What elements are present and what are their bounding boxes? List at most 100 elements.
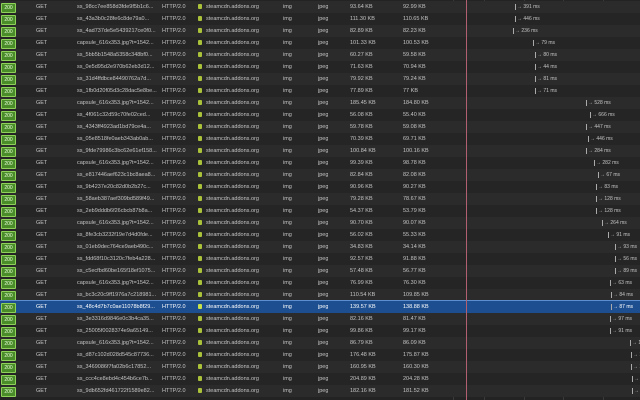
request-domain: steamcdn.addons.org (206, 28, 259, 34)
request-method: GET (36, 184, 48, 190)
resource-size: 59.08 KB (403, 124, 426, 130)
timing-label: → 236 ms (515, 28, 538, 34)
request-row[interactable]: 200 GET ss_3469086f7fa02b6c17852... HTTP/2.… (0, 361, 640, 373)
request-type: img (283, 100, 292, 106)
request-protocol: HTTP/2.0 (162, 196, 186, 202)
waterfall-timing: → 1 (631, 361, 640, 373)
request-row[interactable]: 200 GET ss_5bb5b1548a5358c348bf0... HTTP/2.… (0, 49, 640, 61)
timing-bar (515, 15, 516, 22)
transferred-size: 70.39 KB (350, 136, 373, 142)
request-file-name: ss_4ad737de5e5439217ce0f0... (77, 28, 156, 34)
waterfall-timing: → 666 ms (590, 109, 615, 121)
request-type: img (283, 196, 292, 202)
status-badge: 200 (1, 351, 16, 361)
request-method: GET (36, 364, 48, 370)
request-row[interactable]: 200 GET ss_9db652fd461722f1589e82... HTTP/2… (0, 385, 640, 397)
request-file-name: ss_4343ff4923ad1bd79ce4a... (77, 124, 151, 130)
request-file-name: capsule_616x353.jpg?t=1542... (77, 220, 154, 226)
request-row[interactable]: 200 GET ss_48c4d7b7c0ae11078b8f29... HTTP/2… (0, 300, 640, 314)
request-domain: steamcdn.addons.org (206, 136, 259, 142)
request-row[interactable]: 200 GET capsule_616x353.jpg?t=1542... HTTP/… (0, 217, 640, 229)
timing-bar (630, 339, 631, 346)
request-row[interactable]: 200 GET ss_31d4ffdbce84490762a7d... HTTP/2.… (0, 73, 640, 85)
lock-icon (198, 124, 202, 129)
request-row[interactable]: 200 GET capsule_616x353.jpg?t=1542... HTTP/… (0, 37, 640, 49)
lock-icon (198, 76, 202, 81)
request-row[interactable]: 200 GET ss_58aeb387aef309bd589f49... HTTP/2… (0, 193, 640, 205)
request-extension: jpeg (318, 28, 329, 34)
request-method: GET (36, 328, 48, 334)
request-row[interactable]: 200 GET ss_e817446aef623c1bc8aea8... HTTP/2… (0, 169, 640, 181)
request-row[interactable]: 200 GET ss_9b4237e20c82d0b2b27c... HTTP/2.0… (0, 181, 640, 193)
request-row[interactable]: 200 GET ss_ccc4ce8ebd4c454b6ce7b... HTTP/2.… (0, 373, 640, 385)
timing-label: → 84 ms (613, 292, 634, 298)
request-row[interactable]: 200 GET ss_8fe3cb3232f19e7d4d0fde... HTTP/2… (0, 229, 640, 241)
request-domain: steamcdn.addons.org (206, 16, 259, 22)
request-row[interactable]: 200 GET ss_2eb9dddb6f26cbcb87b8a... HTTP/2.… (0, 205, 640, 217)
request-method: GET (36, 304, 48, 310)
resource-size: 70.94 KB (403, 64, 426, 70)
request-type: img (283, 268, 292, 274)
resource-size: 69.71 KB (403, 136, 426, 142)
request-extension: jpeg (318, 124, 329, 130)
request-type: img (283, 16, 292, 22)
request-protocol: HTTP/2.0 (162, 136, 186, 142)
request-row[interactable]: 200 GET ss_bc3c20c9ff1976a7c218981... HTTP/… (0, 289, 640, 301)
request-row[interactable]: 200 GET capsule_616x353.jpg?t=1542... HTTP/… (0, 97, 640, 109)
request-domain: steamcdn.addons.org (206, 160, 259, 166)
request-type: img (283, 352, 292, 358)
waterfall-timing: → 447 ms (586, 121, 611, 133)
waterfall-timing: → 93 ms (615, 241, 637, 253)
request-row[interactable]: 200 GET ss_4ad737de5e5439217ce0f0... HTTP/2… (0, 25, 640, 37)
request-file-name: ss_bc3c20c9ff1976a7c218981... (77, 292, 157, 298)
request-row[interactable]: 200 GET capsule_616x353.jpg?t=1542... HTTP/… (0, 277, 640, 289)
request-row[interactable]: 200 GET ss_01eb9dec764ce9aeb490c... HTTP/2.… (0, 241, 640, 253)
request-row[interactable]: 200 GET ss_43a3b0c28fe6c8de79a0... HTTP/2.0… (0, 13, 640, 25)
request-method: GET (36, 160, 48, 166)
status-badge: 200 (1, 123, 16, 133)
request-row[interactable]: 200 GET ss_fdd68f10c3120c7feb4a228... HTTP/… (0, 253, 640, 265)
request-method: GET (36, 316, 48, 322)
lock-icon (198, 112, 202, 117)
request-type: img (283, 148, 292, 154)
request-extension: jpeg (318, 292, 329, 298)
request-extension: jpeg (318, 388, 329, 394)
transferred-size: 79.28 KB (350, 196, 373, 202)
lock-icon (198, 208, 202, 213)
request-row[interactable]: 200 GET ss_0e5d95d2e970b62eb3d12... HTTP/2.… (0, 61, 640, 73)
transferred-size: 56.02 KB (350, 232, 373, 238)
request-row[interactable]: 200 GET ss_d87c102d028d545c87736... HTTP/2.… (0, 349, 640, 361)
request-row[interactable]: 200 GET ss_9fde79986c3bc62e61ef158... HTTP/… (0, 145, 640, 157)
request-domain: steamcdn.addons.org (206, 388, 259, 394)
lock-icon (198, 352, 202, 357)
request-row[interactable]: 200 GET capsule_616x353.jpg?t=1542... HTTP/… (0, 337, 640, 349)
request-row[interactable]: 200 GET ss_05e8518fe0aeb343ab0ab... HTTP/2.… (0, 133, 640, 145)
timing-label: → 67 ms (600, 172, 621, 178)
request-row[interactable]: 200 GET capsule_616x353.jpg?t=1542... HTTP/… (0, 157, 640, 169)
waterfall-timing: → 128 ms (596, 205, 621, 217)
transferred-size: 34.83 KB (350, 244, 373, 250)
request-row[interactable]: 200 GET ss_4f061c32d59c70fe02ced... HTTP/2.… (0, 109, 640, 121)
request-type: img (283, 244, 292, 250)
request-file-name: ss_3469086f7fa02b6c17852... (77, 364, 152, 370)
request-row[interactable]: 200 GET ss_1fb0d20f05d3c28dac5e8be... HTTP/… (0, 85, 640, 97)
lock-icon (198, 292, 202, 297)
request-type: img (283, 28, 292, 34)
request-row[interactable]: 200 GET ss_c5ecfbd60be165f18ef1075... HTTP/… (0, 265, 640, 277)
request-row[interactable]: 200 GET ss_4343ff4923ad1bd79ce4a... HTTP/2.… (0, 121, 640, 133)
resource-size: 91.88 KB (403, 256, 426, 262)
lock-icon (198, 232, 202, 237)
request-row[interactable]: 200 GET ss_98cc7ee858d3fde9f5b1c6... HTTP/2… (0, 1, 640, 13)
request-type: img (283, 232, 292, 238)
request-domain: steamcdn.addons.org (206, 52, 259, 58)
timing-label: → 446 ms (517, 16, 540, 22)
status-badge: 200 (1, 87, 16, 97)
status-badge: 200 (1, 303, 16, 313)
request-row[interactable]: 200 GET ss_3e3316d9846e0c3b4ca35... HTTP/2.… (0, 313, 640, 325)
lock-icon (198, 64, 202, 69)
status-badge: 200 (1, 159, 16, 169)
request-type: img (283, 76, 292, 82)
resource-size: 90.07 KB (403, 220, 426, 226)
request-extension: jpeg (318, 88, 329, 94)
request-row[interactable]: 200 GET ss_25005f0028374e9a65149... HTTP/2.… (0, 325, 640, 337)
